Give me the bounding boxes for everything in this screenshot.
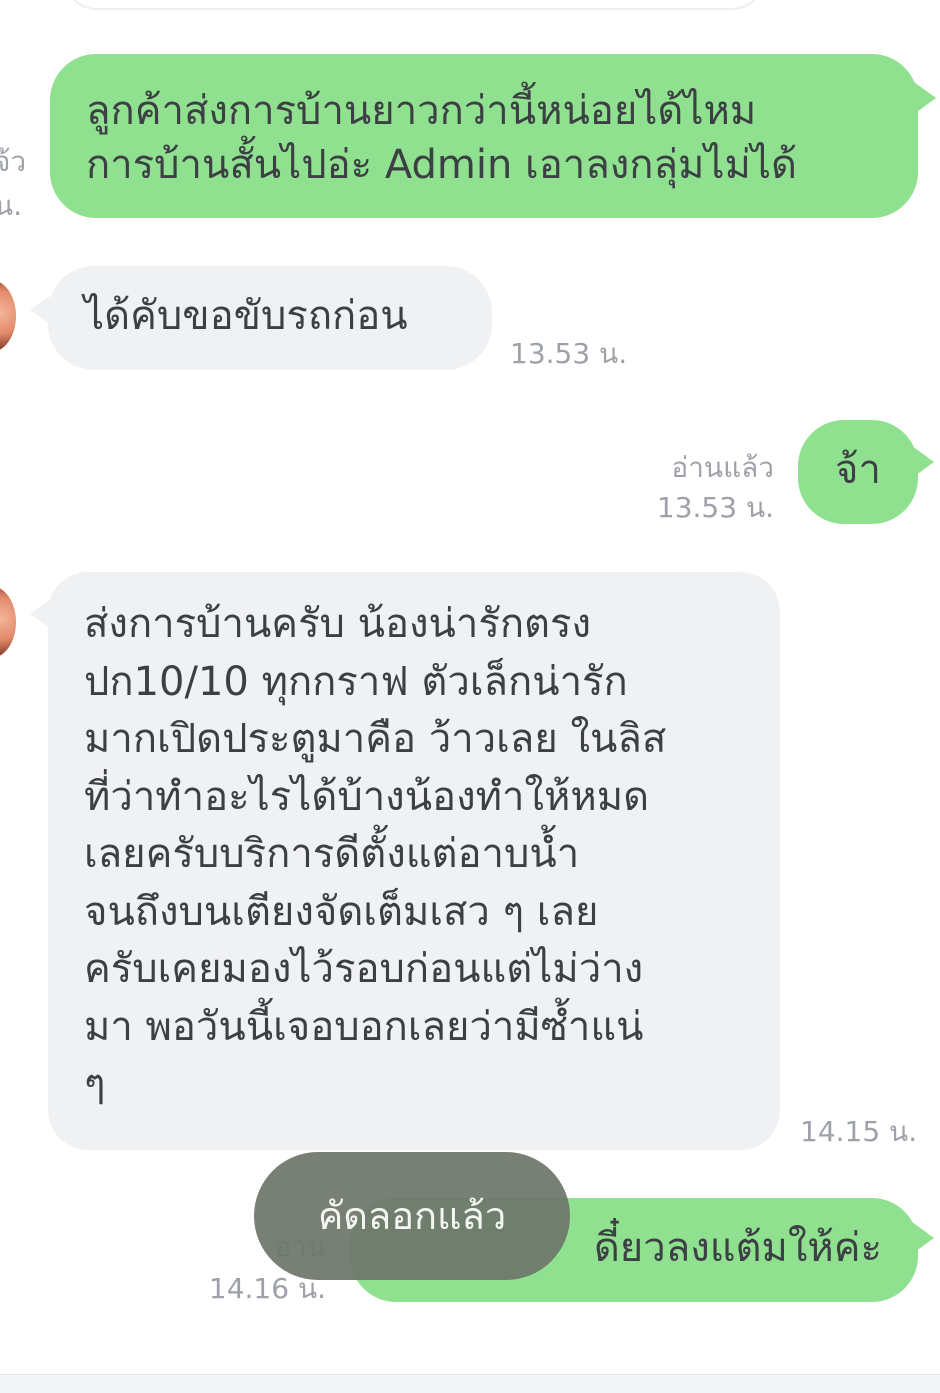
message-text-line: จนถึงบนเตียงจัดเต็มเสว ๆ เลย	[84, 888, 599, 935]
copied-toast: คัดลอกแล้ว	[254, 1152, 570, 1280]
contact-avatar[interactable]	[0, 280, 16, 352]
message-bubble-partial[interactable]	[62, 0, 766, 10]
message-text-line: การบ้านสั้นไปอ่ะ Admin เอาลงกลุ่มไม่ได้	[86, 142, 797, 188]
chat-screen: จ้ว น. ลูกค้าส่งการบ้านยาวกว่านี้หน่อยได…	[0, 0, 940, 1393]
message-text-line: ลูกค้าส่งการบ้านยาวกว่านี้หน่อยได้ไหม	[86, 88, 757, 134]
message-timestamp: 14.15 น.	[800, 1115, 918, 1148]
message-bubble-incoming[interactable]: ได้คับขอขับรถก่อน	[48, 266, 492, 370]
message-meta-partial: จ้ว น.	[0, 140, 26, 228]
message-text: จ้า	[835, 447, 881, 493]
message-bubble-incoming[interactable]: ส่งการบ้านครับ น้องน่ารักตรง ปก10/10 ทุก…	[48, 572, 780, 1150]
bubble-tail	[912, 1222, 934, 1254]
contact-avatar[interactable]	[0, 586, 16, 658]
read-status-partial: จ้ว	[0, 145, 27, 178]
bubble-tail	[912, 446, 934, 478]
message-text-line: มากเปิดประตูมาคือ ว้าวเลย ในลิส	[84, 716, 667, 762]
input-bar-edge	[0, 1374, 940, 1393]
message-timestamp: 13.53 น.	[510, 337, 628, 370]
timestamp-partial: น.	[0, 189, 23, 222]
read-status: อ่านแล้ว	[671, 451, 774, 484]
message-text-line: ๆ	[84, 1061, 106, 1107]
bubble-tail	[914, 82, 936, 114]
message-text-line: ปก10/10 ทุกกราฟ ตัวเล็กน่ารัก	[84, 658, 628, 705]
bubble-tail	[30, 600, 50, 628]
message-text-line: ส่งการบ้านครับ น้องน่ารักตรง	[84, 601, 592, 647]
message-meta: อ่านแล้ว 13.53 น.	[657, 448, 774, 528]
message-text-line: เลยครับบริการดีตั้งแต่อาบน้ำ	[84, 831, 580, 877]
message-bubble-outgoing[interactable]: จ้า	[798, 420, 918, 524]
message-text: ได้คับขอขับรถก่อน	[84, 293, 408, 339]
message-text-line: มา พอวันนี้เจอบอกเลยว่ามีซ้ำแน่	[84, 1003, 644, 1050]
message-text: ดี๋ยวลงแต้มให้ค่ะ	[593, 1225, 882, 1271]
message-text-line: ครับเคยมองไว้รอบก่อนแต่ไม่ว่าง	[84, 946, 644, 992]
message-text-line: ที่ว่าทำอะไรได้บ้างน้องทำให้หมด	[84, 773, 650, 820]
message-bubble-outgoing[interactable]: ลูกค้าส่งการบ้านยาวกว่านี้หน่อยได้ไหม กา…	[50, 54, 918, 218]
bubble-tail	[30, 296, 50, 324]
message-timestamp: 13.53 น.	[656, 491, 774, 524]
